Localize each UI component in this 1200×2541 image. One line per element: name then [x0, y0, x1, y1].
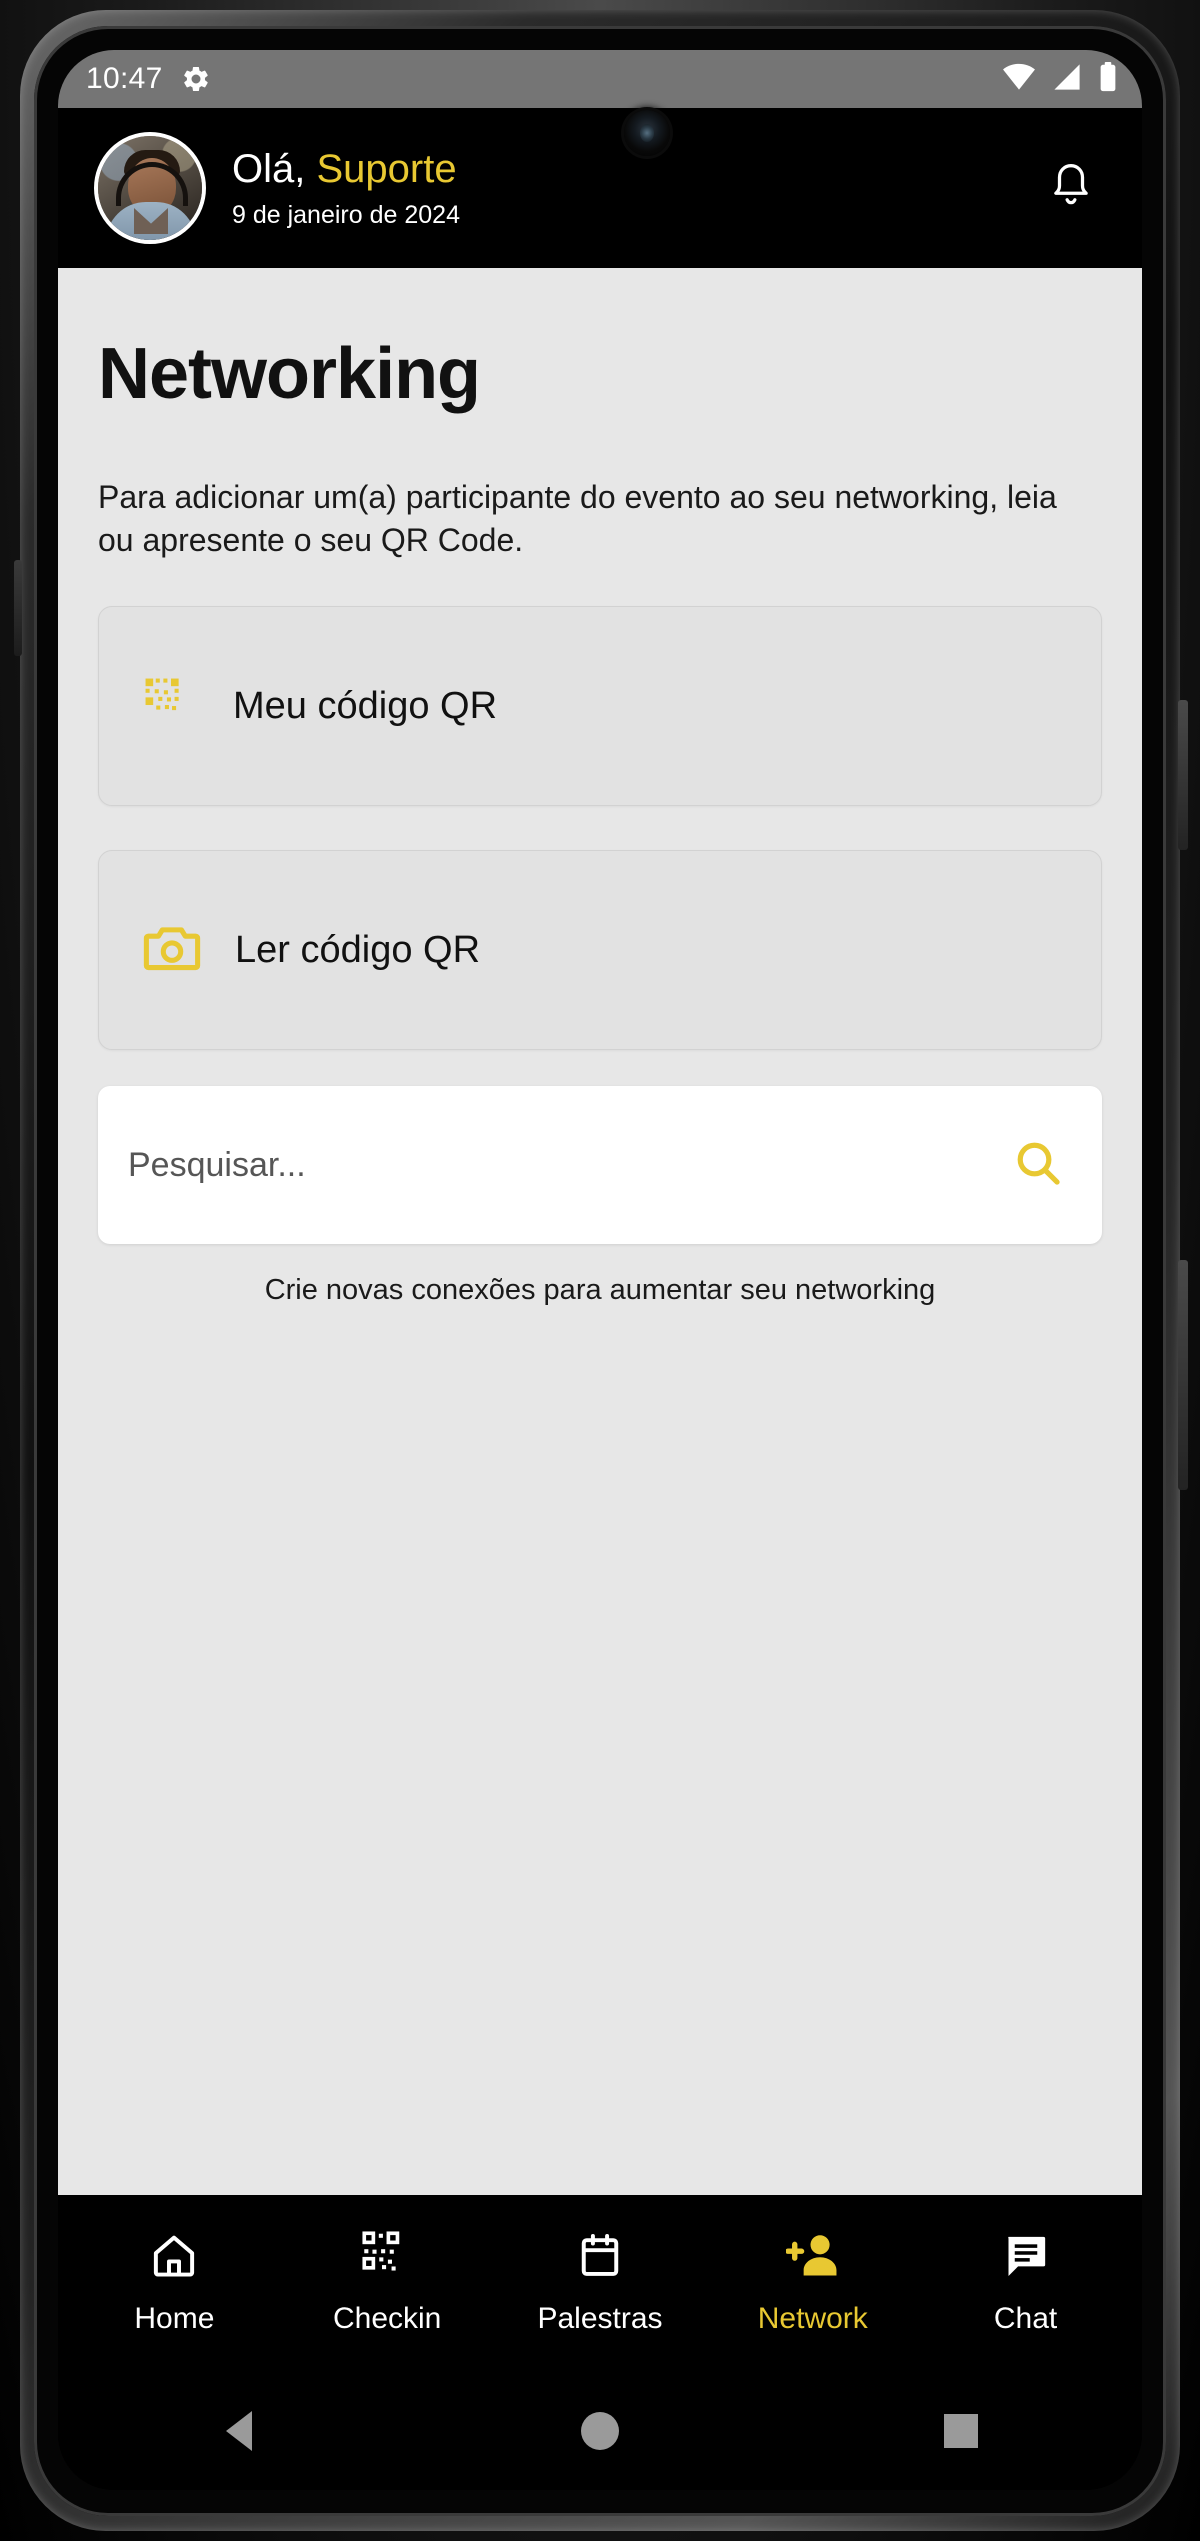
home-circle-icon — [580, 2412, 619, 2450]
phone-frame: 10:47 Olá, Suporte 9 de janeiro de 2024 … — [0, 0, 1200, 2541]
bell-icon — [1048, 160, 1094, 217]
system-recents-button[interactable] — [901, 2396, 1021, 2466]
camera-icon — [143, 922, 201, 979]
read-qr-code-button[interactable]: Ler código QR — [98, 850, 1102, 1051]
cellular-signal-icon — [1052, 63, 1082, 96]
add-person-icon — [784, 2231, 840, 2286]
search-hint: Crie novas conexões para aumentar seu ne… — [264, 1274, 936, 1307]
greeting-prefix: Olá, — [232, 146, 317, 191]
system-home-button[interactable] — [540, 2396, 660, 2466]
read-qr-code-label: Ler código QR — [235, 928, 481, 971]
main-content: Networking Para adicionar um(a) particip… — [58, 268, 1142, 2213]
android-system-navigation — [58, 2372, 1142, 2490]
chat-bubble-icon — [1001, 2231, 1051, 2286]
phone-screen: 10:47 Olá, Suporte 9 de janeiro de 2024 … — [58, 50, 1142, 2490]
nav-label-palestras: Palestras — [537, 2302, 663, 2335]
nav-label-checkin: Checkin — [332, 2302, 442, 2335]
battery-icon — [1098, 61, 1118, 97]
gear-icon — [181, 64, 211, 94]
nav-item-palestras[interactable]: Palestras — [510, 2231, 690, 2336]
status-bar-clock: 10:47 — [86, 62, 163, 95]
user-name: Suporte — [316, 146, 457, 191]
back-triangle-icon — [225, 2411, 252, 2451]
power-button[interactable] — [1178, 700, 1188, 850]
qr-code-icon — [143, 676, 199, 737]
assistant-button[interactable] — [14, 560, 22, 656]
nav-item-chat[interactable]: Chat — [936, 2231, 1116, 2336]
nav-label-chat: Chat — [993, 2302, 1058, 2335]
nav-item-home[interactable]: Home — [84, 2231, 264, 2336]
wifi-icon — [1002, 63, 1036, 96]
home-icon — [149, 2231, 199, 2286]
page-description: Para adicionar um(a) participante do eve… — [98, 479, 1057, 559]
page-title: Networking — [98, 334, 481, 414]
greeting-line: Olá, Suporte — [232, 147, 460, 191]
system-back-button[interactable] — [179, 2396, 299, 2466]
nav-label-network: Network — [757, 2302, 868, 2335]
avatar[interactable] — [94, 132, 206, 244]
calendar-icon — [575, 2231, 625, 2286]
notification-bell-button[interactable] — [1036, 153, 1106, 223]
search-bar[interactable] — [98, 1086, 1102, 1245]
nav-label-home: Home — [134, 2302, 215, 2335]
nav-item-checkin[interactable]: Checkin — [297, 2231, 477, 2336]
nav-item-network[interactable]: Network — [723, 2231, 903, 2336]
qr-scan-icon — [362, 2231, 412, 2286]
header-texts: Olá, Suporte 9 de janeiro de 2024 — [232, 147, 460, 230]
search-input[interactable] — [128, 1145, 1012, 1185]
my-qr-code-button[interactable]: Meu código QR — [98, 606, 1102, 807]
recents-square-icon — [944, 2414, 979, 2448]
app-header: Olá, Suporte 9 de janeiro de 2024 — [58, 108, 1142, 268]
status-bar: 10:47 — [58, 50, 1142, 108]
volume-button[interactable] — [1178, 1260, 1188, 1490]
header-date: 9 de janeiro de 2024 — [232, 200, 460, 229]
status-bar-indicators — [1002, 61, 1118, 97]
my-qr-code-label: Meu código QR — [233, 684, 498, 727]
search-icon[interactable] — [1012, 1137, 1064, 1194]
bottom-navigation: Home Checkin Palestras Network Chat — [58, 2195, 1142, 2372]
front-camera-icon — [624, 110, 670, 156]
